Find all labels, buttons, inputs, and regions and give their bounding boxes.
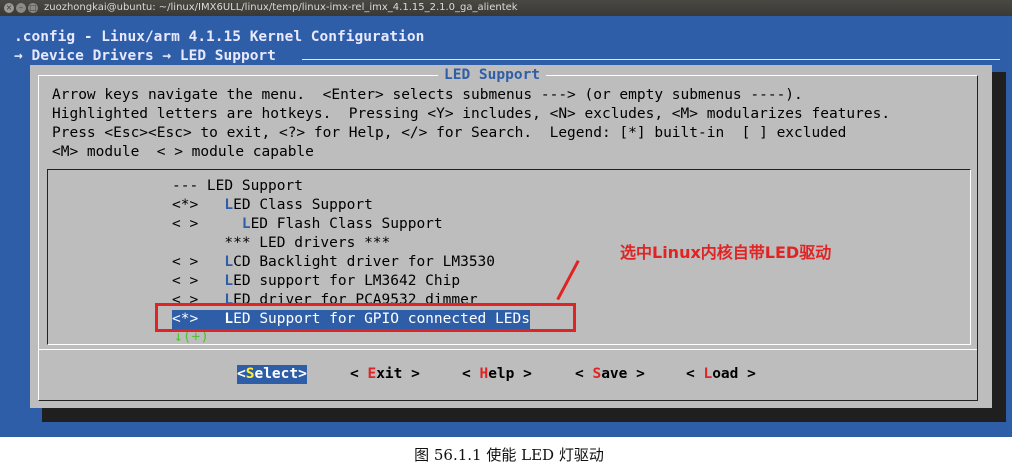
dialog-title: LED Support xyxy=(438,67,547,84)
figure-caption: 图 56.1.1 使能 LED 灯驱动 xyxy=(414,446,604,464)
minimize-icon[interactable]: – xyxy=(16,3,26,13)
help-line: Highlighted letters are hotkeys. Pressin… xyxy=(52,106,891,122)
breadcrumb-rule xyxy=(302,59,1000,60)
select-button[interactable]: <Select> xyxy=(237,365,307,384)
close-icon[interactable]: × xyxy=(4,3,14,13)
menuconfig-dialog: LED Support Arrow keys navigate the menu… xyxy=(30,65,992,408)
help-button[interactable]: < Help > xyxy=(462,365,532,384)
help-line: <M> module < > module capable xyxy=(52,144,314,160)
menu-item-led-flash-class[interactable]: < > LED Flash Class Support xyxy=(172,215,443,234)
help-line: Press <Esc><Esc> to exit, <?> for Help, … xyxy=(52,125,847,141)
help-text: Arrow keys navigate the menu. <Enter> se… xyxy=(52,86,890,162)
maximize-icon[interactable]: □ xyxy=(28,3,38,13)
button-separator xyxy=(39,349,977,350)
config-title: .config - Linux/arm 4.1.15 Kernel Config… xyxy=(14,29,425,45)
highlight-box xyxy=(155,303,576,332)
save-button[interactable]: < Save > xyxy=(575,365,645,384)
help-line: Arrow keys navigate the menu. <Enter> se… xyxy=(52,87,803,103)
annotation-label: 选中Linux内核自带LED驱动 xyxy=(620,243,832,262)
window-titlebar[interactable]: × – □ zuozhongkai@ubuntu: ~/linux/IMX6UL… xyxy=(0,0,1012,16)
breadcrumb: → Device Drivers → LED Support xyxy=(14,48,276,64)
menu-item-lcd-backlight-lm3530[interactable]: < > LCD Backlight driver for LM3530 xyxy=(172,253,495,272)
terminal-window: × – □ zuozhongkai@ubuntu: ~/linux/IMX6UL… xyxy=(0,0,1012,437)
menu-item-led-class-support[interactable]: <*> LED Class Support xyxy=(172,196,373,215)
exit-button[interactable]: < Exit > xyxy=(350,365,420,384)
menu-item-led-support-header[interactable]: --- LED Support xyxy=(172,177,303,196)
menu-item-led-drivers-comment: *** LED drivers *** xyxy=(224,235,391,251)
load-button[interactable]: < Load > xyxy=(686,365,756,384)
button-bar: <Select> < Exit > < Help > < Save > < Lo… xyxy=(30,365,992,384)
window-title: zuozhongkai@ubuntu: ~/linux/IMX6ULL/linu… xyxy=(44,2,518,13)
menu-item-led-lm3642[interactable]: < > LED support for LM3642 Chip xyxy=(172,272,460,291)
